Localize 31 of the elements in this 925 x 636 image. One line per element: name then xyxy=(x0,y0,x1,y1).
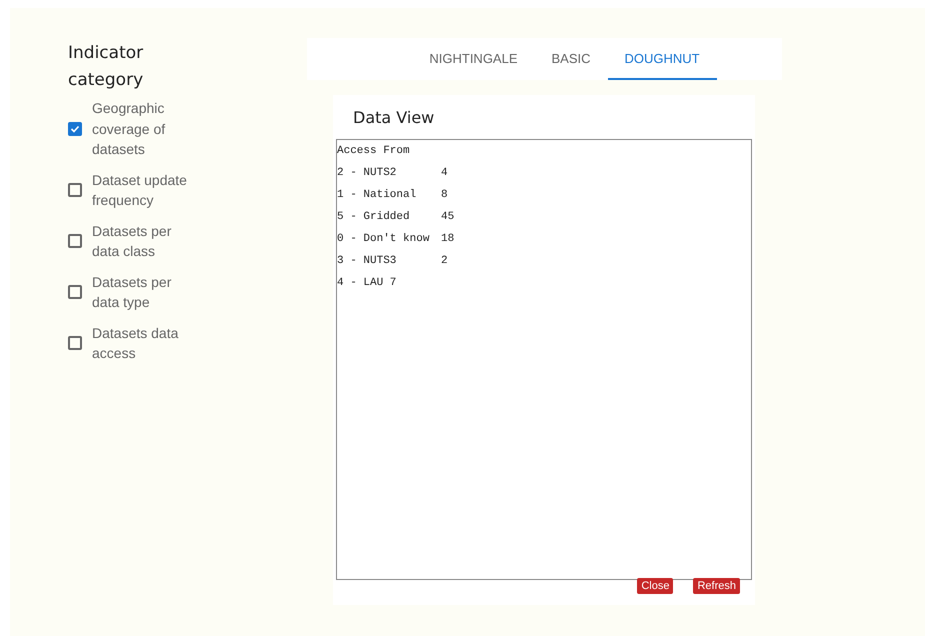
row-value: 18 xyxy=(441,233,454,247)
checkbox-label: Datasets per data class xyxy=(92,222,172,261)
tab[interactable]: NIGHTINGALE xyxy=(412,38,534,80)
check-icon xyxy=(70,124,80,134)
row-label: 3 - NUTS3 xyxy=(337,255,398,269)
checkbox-label: Datasets data access xyxy=(92,324,180,363)
row-label: 0 - Don't know xyxy=(337,233,430,247)
data-text-area[interactable]: Access From 2 - NUTS2 4 1 - National 8 5 - Gridded 45 0 - Don't know 18 3 - NUTS3 2 4 - LAU 7 xyxy=(336,139,752,580)
card-title: Data View xyxy=(353,107,436,129)
checkbox-label: Geographic coverage of datasets xyxy=(92,99,166,159)
sidebar-title: Indicator category xyxy=(68,42,144,92)
row-label: 5 - Gridded xyxy=(337,211,411,225)
checkbox[interactable] xyxy=(68,336,82,350)
action-button[interactable]: Close xyxy=(637,578,674,594)
tab[interactable]: DOUGHNUT xyxy=(608,38,717,80)
checkbox[interactable] xyxy=(68,122,82,136)
row-value: 2 xyxy=(441,255,448,269)
checkbox[interactable] xyxy=(68,234,82,248)
checkbox-label: Datasets per data type xyxy=(92,272,172,312)
row-value: 8 xyxy=(441,189,448,203)
checkbox-label: Dataset update frequency xyxy=(92,170,188,210)
action-button[interactable]: Refresh xyxy=(693,578,740,594)
row-value: 45 xyxy=(441,211,454,225)
row-label: 2 - NUTS2 xyxy=(337,167,398,181)
data-heading: Access From xyxy=(337,145,410,159)
row-label: 1 - National xyxy=(337,189,418,203)
checkbox[interactable] xyxy=(68,183,82,197)
checkbox[interactable] xyxy=(68,285,82,299)
tab[interactable]: BASIC xyxy=(534,38,608,80)
row-value: 4 xyxy=(441,167,448,181)
row-label: 4 - LAU 7 xyxy=(337,277,398,291)
